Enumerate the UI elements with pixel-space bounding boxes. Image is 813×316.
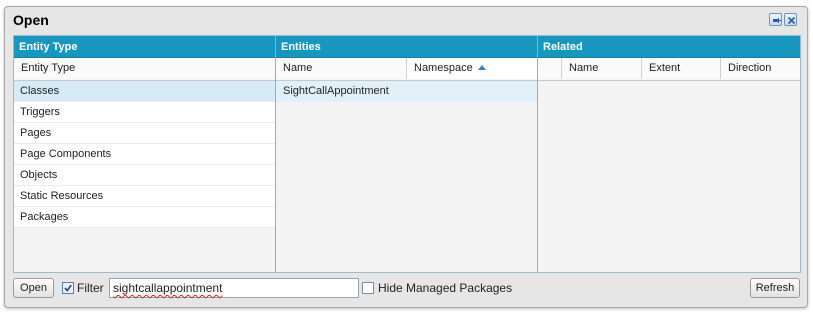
column-direction[interactable]: Direction [721, 58, 800, 79]
column-namespace[interactable]: Namespace [407, 58, 537, 79]
sort-ascending-icon [477, 65, 486, 70]
entity-type-panel: Entity Type Entity Type Classes Triggers P… [14, 36, 276, 272]
entity-type-item[interactable]: Classes [14, 81, 275, 102]
panels-container: Entity Type Entity Type Classes Triggers P… [13, 35, 801, 273]
entity-type-item[interactable]: Static Resources [14, 186, 275, 207]
column-name-label: Name [283, 62, 313, 74]
filter-input-value: sightcallappointment [113, 281, 223, 295]
pin-icon[interactable] [769, 13, 782, 26]
entity-type-item[interactable]: Triggers [14, 102, 275, 123]
title-bar: Open [5, 7, 807, 34]
dialog-footer: Open Filter sightcallappointment Hide Ma… [13, 276, 801, 302]
entity-type-list: Classes Triggers Pages Page Components Objec… [14, 81, 275, 228]
hide-managed-packages-label[interactable]: Hide Managed Packages [378, 280, 512, 296]
entities-column-header: Name Namespace [276, 58, 537, 81]
related-header: Related [538, 36, 800, 58]
checkmark-icon [64, 284, 72, 292]
entity-type-item[interactable]: Page Components [14, 144, 275, 165]
close-icon[interactable] [784, 13, 797, 26]
filter-checkbox[interactable] [62, 282, 74, 294]
open-dialog: Open Entity Type Entity Type Classes Trig… [4, 6, 808, 308]
open-button[interactable]: Open [13, 278, 54, 298]
entity-type-item[interactable]: Pages [14, 123, 275, 144]
entities-panel: Entities Name Namespace SightCallAppoint… [276, 36, 538, 272]
column-blank [538, 58, 562, 79]
filter-label[interactable]: Filter [77, 280, 104, 296]
related-panel: Related Name Extent Direction [538, 36, 800, 272]
related-column-header: Name Extent Direction [538, 58, 800, 81]
column-entity-type[interactable]: Entity Type [14, 58, 275, 79]
column-related-name[interactable]: Name [562, 58, 642, 79]
hide-managed-packages-checkbox[interactable] [362, 282, 374, 294]
entities-header: Entities [276, 36, 537, 58]
dialog-title: Open [13, 12, 49, 28]
entity-type-item[interactable]: Objects [14, 165, 275, 186]
column-name[interactable]: Name [276, 58, 407, 79]
column-namespace-label: Namespace [414, 62, 473, 74]
entity-row[interactable]: SightCallAppointment [276, 81, 537, 102]
entity-type-column-header: Entity Type [14, 58, 275, 81]
refresh-button[interactable]: Refresh [750, 278, 800, 298]
entity-type-header: Entity Type [14, 36, 275, 58]
entity-type-item[interactable]: Packages [14, 207, 275, 228]
entities-list: SightCallAppointment [276, 81, 537, 102]
filter-input[interactable]: sightcallappointment [109, 278, 359, 298]
column-extent[interactable]: Extent [642, 58, 721, 79]
